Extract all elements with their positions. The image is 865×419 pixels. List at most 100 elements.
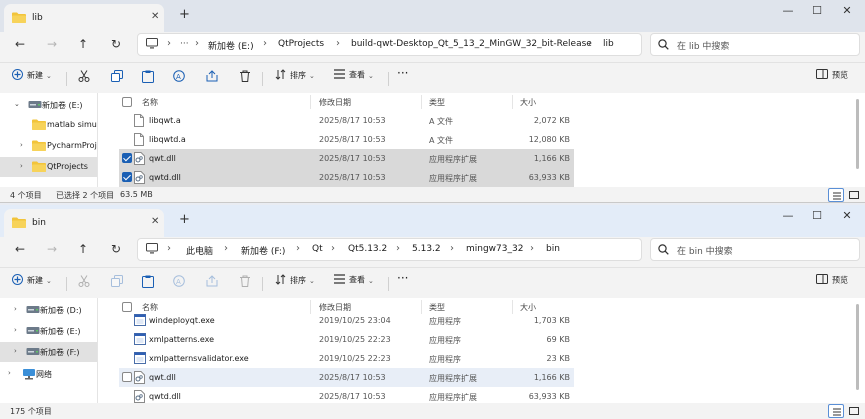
sidebar-item[interactable]: matlab simu <box>0 115 97 135</box>
more-options-icon[interactable]: ··· <box>397 66 408 80</box>
chevron-right-icon[interactable]: › <box>14 326 17 334</box>
breadcrumb-item[interactable]: 5.13.2 <box>412 244 441 254</box>
delete-icon[interactable] <box>239 275 251 289</box>
details-view-button[interactable] <box>828 188 844 202</box>
back-button[interactable]: ← <box>12 37 28 51</box>
column-date[interactable]: 修改日期 <box>319 97 351 108</box>
copy-icon[interactable] <box>111 275 123 289</box>
table-row[interactable]: libqwt.a 2025/8/17 10:53 A 文件 2,072 KB <box>119 111 574 130</box>
delete-icon[interactable] <box>239 70 251 84</box>
overflow-crumb[interactable]: ··· <box>180 39 189 49</box>
close-tab-icon[interactable]: ✕ <box>151 11 159 22</box>
sort-button[interactable]: 排序 ⌄ <box>275 274 315 287</box>
breadcrumb-item[interactable]: bin <box>546 244 560 254</box>
tab-lib[interactable]: lib ✕ <box>4 4 164 32</box>
forward-button[interactable]: → <box>44 37 60 51</box>
sidebar-item[interactable]: › 网络 <box>0 364 97 384</box>
navigation-pane[interactable]: ⌄ 新加卷 (E:) matlab simu › PycharmProj › QtProje… <box>0 93 98 187</box>
content-area: ⌄ 新加卷 (E:) matlab simu › PycharmProj › QtProje… <box>0 93 865 187</box>
share-icon[interactable] <box>206 275 218 289</box>
up-button[interactable]: ↑ <box>75 37 91 51</box>
close-window-button[interactable]: ✕ <box>837 209 857 222</box>
chevron-down-icon[interactable]: ⌄ <box>14 100 20 108</box>
table-row[interactable]: qwt.dll 2025/8/17 10:53 应用程序扩展 1,166 KB <box>119 149 574 168</box>
breadcrumb-item[interactable]: Qt5.13.2 <box>348 244 387 254</box>
row-checkbox[interactable] <box>122 153 132 163</box>
row-checkbox[interactable] <box>122 172 132 182</box>
maximize-button[interactable]: ☐ <box>807 4 827 17</box>
minimize-button[interactable]: — <box>778 209 798 222</box>
close-window-button[interactable]: ✕ <box>837 4 857 17</box>
search-box[interactable]: 在 lib 中搜索 <box>650 33 860 56</box>
column-type[interactable]: 类型 <box>429 97 445 108</box>
tab-bin[interactable]: bin ✕ <box>4 209 164 237</box>
sidebar-item[interactable]: › 新加卷 (E:) <box>0 321 97 341</box>
close-tab-icon[interactable]: ✕ <box>151 216 159 227</box>
rename-icon[interactable]: A <box>173 70 185 84</box>
table-row[interactable]: xmlpatterns.exe 2019/10/25 22:23 应用程序 69 KB <box>119 330 574 349</box>
new-tab-button[interactable]: + <box>179 7 190 22</box>
chevron-right-icon[interactable]: › <box>14 305 17 313</box>
more-options-icon[interactable]: ··· <box>397 271 408 285</box>
details-view-button[interactable] <box>828 404 844 418</box>
table-row[interactable]: xmlpatternsvalidator.exe 2019/10/25 22:23… <box>119 349 574 368</box>
paste-icon[interactable] <box>142 70 154 85</box>
forward-button[interactable]: → <box>44 242 60 256</box>
new-button[interactable]: 新建 ⌄ <box>12 69 52 82</box>
scrollbar[interactable] <box>856 99 859 169</box>
maximize-button[interactable]: ☐ <box>807 209 827 222</box>
breadcrumb-item[interactable]: 新加卷 (F:) <box>241 244 285 257</box>
chevron-right-icon[interactable]: › <box>14 347 17 355</box>
address-bar[interactable]: › 此电脑 › 新加卷 (F:) › Qt › Qt5.13.2 › 5.13.… <box>137 238 642 261</box>
breadcrumb-item[interactable]: 此电脑 <box>186 244 213 257</box>
breadcrumb-item[interactable]: 新加卷 (E:) <box>208 39 254 52</box>
breadcrumb-item[interactable]: mingw73_32 <box>466 244 523 254</box>
select-all-checkbox[interactable] <box>122 97 132 107</box>
sidebar-item[interactable]: › QtProjects <box>0 157 97 177</box>
share-icon[interactable] <box>206 70 218 84</box>
cut-icon[interactable] <box>78 70 90 84</box>
sidebar-item[interactable]: › PycharmProj <box>0 136 97 156</box>
address-bar[interactable]: › ··· › 新加卷 (E:) › QtProjects › build-qw… <box>137 33 642 56</box>
refresh-button[interactable]: ↻ <box>108 242 124 256</box>
sort-button[interactable]: 排序 ⌄ <box>275 69 315 82</box>
tiles-view-button[interactable] <box>846 188 862 202</box>
column-name[interactable]: 名称 <box>142 97 158 108</box>
tiles-view-button[interactable] <box>846 404 862 418</box>
search-box[interactable]: 在 bin 中搜索 <box>650 238 860 261</box>
paste-icon[interactable] <box>142 275 154 290</box>
cut-icon[interactable] <box>78 275 90 289</box>
up-button[interactable]: ↑ <box>75 242 91 256</box>
preview-button[interactable]: 预览 <box>816 274 848 286</box>
breadcrumb-item[interactable]: build-qwt-Desktop_Qt_5_13_2_MinGW_32_bit… <box>351 39 592 49</box>
scrollbar[interactable] <box>856 304 859 390</box>
preview-button[interactable]: 预览 <box>816 69 848 81</box>
navigation-pane[interactable]: › 新加卷 (D:) › 新加卷 (E:) › 新加卷 (F:) › 网络 <box>0 298 98 403</box>
table-row[interactable]: qwtd.dll 2025/8/17 10:53 应用程序扩展 63,933 KB <box>119 168 574 187</box>
chevron-right-icon[interactable]: › <box>20 162 23 170</box>
file-type: 应用程序 <box>429 336 461 345</box>
sidebar-item[interactable]: ⌄ 新加卷 (E:) <box>0 95 97 115</box>
view-button[interactable]: 查看 ⌄ <box>334 274 374 286</box>
breadcrumb-item[interactable]: QtProjects <box>278 39 324 49</box>
column-size[interactable]: 大小 <box>520 97 536 108</box>
row-checkbox[interactable] <box>122 372 132 382</box>
rename-icon[interactable]: A <box>173 275 185 289</box>
chevron-right-icon[interactable]: › <box>8 369 11 377</box>
refresh-button[interactable]: ↻ <box>108 37 124 51</box>
breadcrumb-item[interactable]: Qt <box>312 244 323 254</box>
chevron-right-icon[interactable]: › <box>20 141 23 149</box>
table-row[interactable]: windeployqt.exe 2019/10/25 23:04 应用程序 1,703… <box>119 311 574 330</box>
sidebar-item[interactable]: › 新加卷 (F:) <box>0 342 97 362</box>
sidebar-item[interactable]: › 新加卷 (D:) <box>0 300 97 320</box>
new-tab-button[interactable]: + <box>179 212 190 227</box>
copy-icon[interactable] <box>111 70 123 84</box>
table-row[interactable]: qwt.dll 2025/8/17 10:53 应用程序扩展 1,166 KB <box>119 368 574 387</box>
view-button[interactable]: 查看 ⌄ <box>334 69 374 81</box>
table-row[interactable]: libqwtd.a 2025/8/17 10:53 A 文件 12,080 KB <box>119 130 574 149</box>
minimize-button[interactable]: — <box>778 4 798 17</box>
back-button[interactable]: ← <box>12 242 28 256</box>
breadcrumb-item[interactable]: lib <box>603 39 614 49</box>
svg-text:A: A <box>176 73 181 81</box>
new-button[interactable]: 新建 ⌄ <box>12 274 52 287</box>
